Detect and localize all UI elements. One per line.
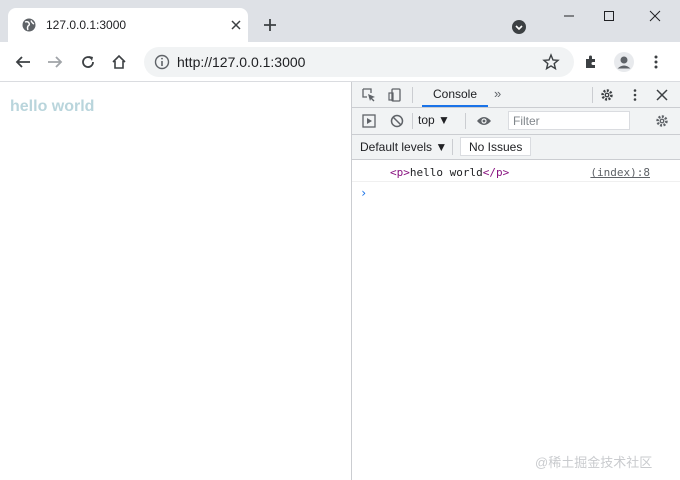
devtools-panel: Console » top ▼ Filter Default levels ▼ … [351,82,680,480]
log-open-tag: <p> [390,166,410,179]
bookmark-star-icon[interactable] [542,53,560,71]
clear-console-icon[interactable] [390,114,404,128]
browser-menu-icon[interactable] [647,53,665,71]
log-message[interactable]: <p>hello world</p> [390,166,509,179]
close-devtools-icon[interactable] [655,88,669,102]
browser-toolbar: http://127.0.0.1:3000 [0,42,680,82]
tab-title: 127.0.0.1:3000 [46,18,127,32]
more-tabs-button[interactable]: » [494,86,501,101]
address-bar[interactable]: http://127.0.0.1:3000 [144,47,574,77]
console-filter-bar: Default levels ▼ No Issues [352,135,680,160]
browser-tab[interactable]: 127.0.0.1:3000 [8,8,248,42]
toolbar-divider [452,139,453,155]
tab-search-icon[interactable] [511,19,527,35]
reload-icon[interactable] [79,53,97,71]
devtools-tab-bar: Console » [352,82,680,108]
minimize-icon[interactable] [561,8,577,24]
new-tab-icon[interactable] [262,17,278,33]
issues-button[interactable]: No Issues [460,137,532,156]
devtools-menu-icon[interactable] [628,88,642,102]
globe-icon [22,18,36,32]
live-expression-eye-icon[interactable] [476,114,492,128]
toolbar-divider [412,113,413,129]
console-log-row: <p>hello world</p> (index):8 [352,160,680,182]
tab-strip: 127.0.0.1:3000 [0,0,680,42]
profile-avatar[interactable] [614,52,634,72]
sidebar-toggle-icon[interactable] [362,114,376,128]
extensions-icon[interactable] [582,53,600,71]
log-levels-dropdown[interactable]: Default levels ▼ [360,140,447,154]
log-text: hello world [409,166,483,179]
inspect-element-icon[interactable] [362,88,376,102]
console-settings-gear-icon[interactable] [655,114,669,128]
settings-gear-icon[interactable] [600,88,614,102]
url-text: http://127.0.0.1:3000 [177,54,306,70]
tab-console[interactable]: Console [422,82,488,107]
device-toolbar-icon[interactable] [388,88,402,102]
tab-close-icon[interactable] [228,17,244,33]
context-selector[interactable]: top ▼ [418,113,450,127]
console-output: <p>hello world</p> (index):8 › [352,160,680,480]
filter-input[interactable] [508,111,630,130]
toolbar-divider [465,113,466,129]
close-window-icon[interactable] [647,8,663,24]
toolbar-divider [412,87,413,103]
log-source-link[interactable]: (index):8 [590,166,650,179]
home-icon[interactable] [110,53,128,71]
page-viewport: hello world [0,82,351,480]
forward-icon[interactable] [46,53,64,71]
console-prompt[interactable]: › [360,186,367,200]
maximize-icon[interactable] [601,8,617,24]
back-icon[interactable] [14,53,32,71]
watermark: @稀土掘金技术社区 [535,455,653,470]
log-close-tag: </p> [482,166,510,179]
console-toolbar: top ▼ [352,108,680,135]
browser-window: 127.0.0.1:3000 http://127.0.0.1:3000 hel… [0,0,680,480]
page-paragraph: hello world [10,98,95,115]
info-icon[interactable] [154,54,170,70]
toolbar-divider [592,87,593,103]
